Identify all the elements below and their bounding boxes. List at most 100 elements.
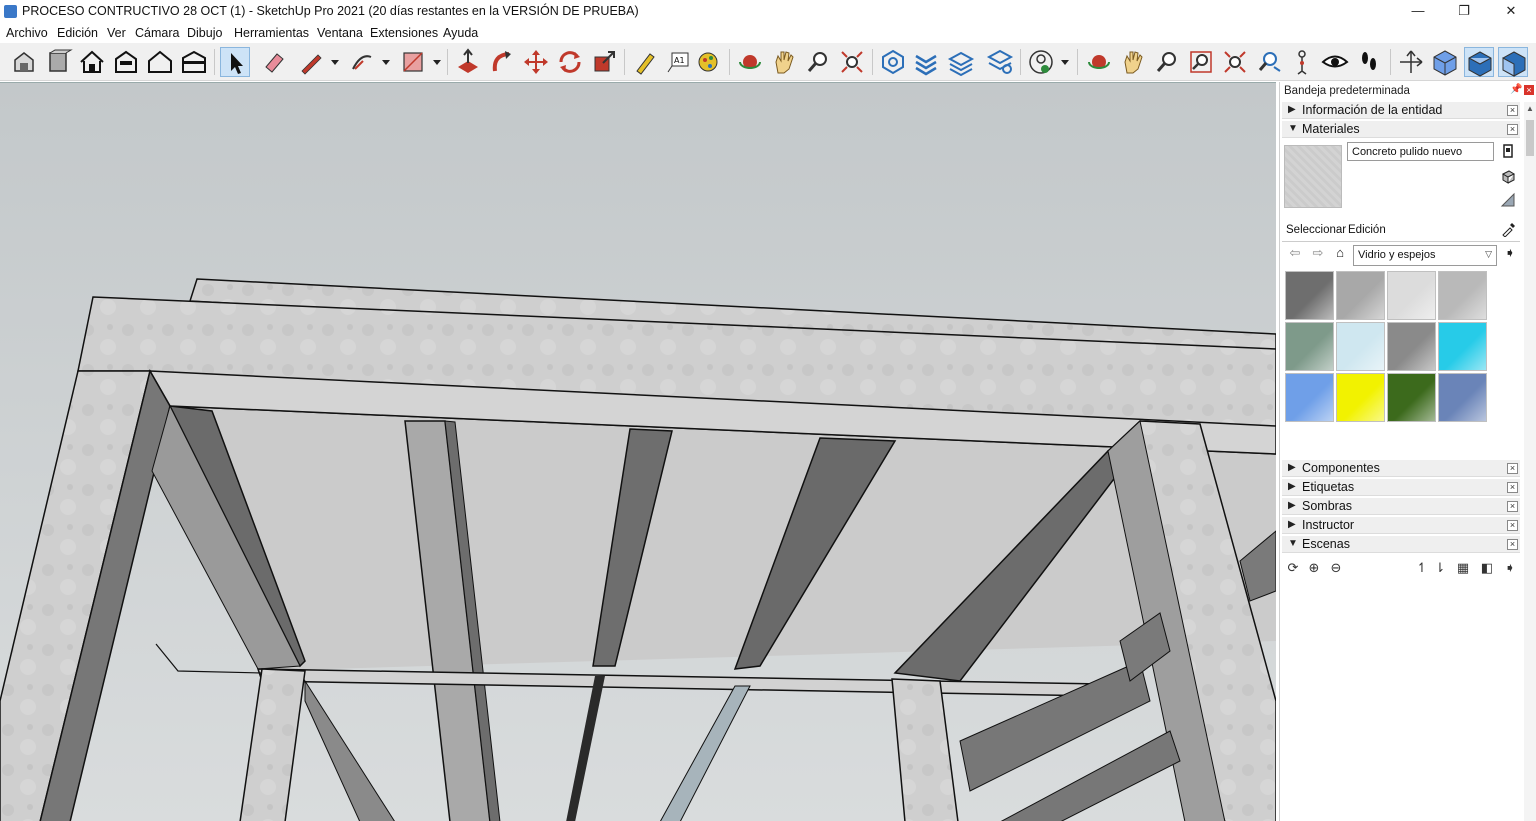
move-scene-up-icon[interactable]: ↿ bbox=[1414, 560, 1430, 576]
tab-edicion[interactable]: Edición bbox=[1348, 224, 1386, 236]
zoom-extents-icon[interactable] bbox=[1220, 47, 1250, 77]
refresh-icon[interactable]: ⟳ bbox=[1285, 560, 1301, 576]
home-icon[interactable]: ⌂ bbox=[1332, 245, 1348, 261]
back-view-icon[interactable] bbox=[179, 47, 209, 77]
panel-tags[interactable]: ▶ Etiquetas × bbox=[1282, 479, 1520, 496]
styles-icon[interactable] bbox=[985, 47, 1015, 77]
look-around-eye-icon[interactable] bbox=[1320, 47, 1350, 77]
material-swatch[interactable] bbox=[1387, 322, 1436, 371]
scene-thumbnail-icon[interactable]: ◧ bbox=[1479, 560, 1495, 576]
menu-herramientas[interactable]: Herramientas bbox=[234, 26, 309, 40]
material-swatch[interactable] bbox=[1285, 271, 1334, 320]
model-info-icon[interactable] bbox=[878, 47, 908, 77]
material-swatch[interactable] bbox=[1438, 271, 1487, 320]
material-name-input[interactable] bbox=[1347, 142, 1494, 161]
iso-view-icon[interactable] bbox=[1430, 47, 1460, 77]
arc-icon[interactable] bbox=[347, 47, 377, 77]
material-swatch[interactable] bbox=[1438, 373, 1487, 422]
zoom-icon[interactable] bbox=[1152, 47, 1182, 77]
orbit-icon[interactable] bbox=[735, 47, 765, 77]
front-view-cube-icon[interactable] bbox=[1498, 47, 1528, 77]
axes-icon[interactable] bbox=[1396, 47, 1426, 77]
details-arrow-icon[interactable]: ➧ bbox=[1502, 245, 1518, 261]
sample-paint-eyedropper-icon[interactable] bbox=[1500, 221, 1516, 238]
account-icon[interactable] bbox=[1026, 47, 1056, 77]
pin-icon[interactable]: 📌 bbox=[1510, 84, 1522, 95]
tape-measure-icon[interactable] bbox=[630, 47, 660, 77]
material-swatch[interactable] bbox=[1387, 373, 1436, 422]
minimize-button[interactable]: — bbox=[1395, 0, 1441, 23]
menu-ventana[interactable]: Ventana bbox=[317, 26, 363, 40]
material-swatch[interactable] bbox=[1336, 322, 1385, 371]
maximize-button[interactable]: ❐ bbox=[1441, 0, 1487, 23]
add-scene-icon[interactable]: ⊕ bbox=[1306, 560, 1322, 576]
menu-camara[interactable]: Cámara bbox=[135, 26, 179, 40]
tray-close-icon[interactable]: × bbox=[1524, 85, 1534, 95]
line-dropdown-chevron-icon[interactable] bbox=[330, 55, 340, 69]
section-plane-icon[interactable] bbox=[911, 47, 941, 77]
line-pencil-icon[interactable] bbox=[296, 47, 326, 77]
scrollbar-thumb[interactable] bbox=[1526, 120, 1534, 156]
panel-close-icon[interactable]: × bbox=[1507, 105, 1518, 116]
arc-dropdown-chevron-icon[interactable] bbox=[381, 55, 391, 69]
warehouse-icon[interactable] bbox=[9, 47, 39, 77]
components-icon[interactable] bbox=[43, 47, 73, 77]
house-outline-icon[interactable] bbox=[145, 47, 175, 77]
tray-scrollbar[interactable]: ▲ bbox=[1524, 102, 1536, 821]
library-select[interactable]: Vidrio y espejos ▽ bbox=[1353, 245, 1497, 266]
follow-me-icon[interactable] bbox=[487, 47, 517, 77]
material-swatch[interactable] bbox=[1285, 322, 1334, 371]
pan-icon[interactable] bbox=[1118, 47, 1148, 77]
pan-icon[interactable] bbox=[769, 47, 799, 77]
text-label-icon[interactable]: A1 bbox=[664, 47, 694, 77]
view-options-icon[interactable]: ▦ bbox=[1455, 560, 1471, 576]
panel-scenes[interactable]: ▼ Escenas × bbox=[1282, 536, 1520, 553]
panel-shadows[interactable]: ▶ Sombras × bbox=[1282, 498, 1520, 515]
walk-footprints-icon[interactable] bbox=[1354, 47, 1384, 77]
position-camera-icon[interactable] bbox=[1287, 47, 1317, 77]
scroll-up-chevron-icon[interactable]: ▲ bbox=[1526, 104, 1534, 113]
rotate-icon[interactable] bbox=[555, 47, 585, 77]
scale-icon[interactable] bbox=[589, 47, 619, 77]
panel-close-icon[interactable]: × bbox=[1507, 501, 1518, 512]
move-icon[interactable] bbox=[521, 47, 551, 77]
material-swatch[interactable] bbox=[1438, 322, 1487, 371]
menu-ver[interactable]: Ver bbox=[107, 26, 126, 40]
paint-bucket-icon[interactable] bbox=[694, 47, 724, 77]
back-arrow-icon[interactable]: ⇦ bbox=[1287, 245, 1303, 261]
home-icon[interactable] bbox=[77, 47, 107, 77]
model-viewport[interactable] bbox=[0, 82, 1276, 821]
orbit-icon[interactable] bbox=[1084, 47, 1114, 77]
material-swatch[interactable] bbox=[1336, 373, 1385, 422]
panel-close-icon[interactable]: × bbox=[1507, 463, 1518, 474]
push-pull-icon[interactable] bbox=[453, 47, 483, 77]
rectangle-icon[interactable] bbox=[398, 47, 428, 77]
zoom-window-icon[interactable] bbox=[1186, 47, 1216, 77]
move-scene-down-icon[interactable]: ⇂ bbox=[1432, 560, 1448, 576]
close-button[interactable]: ✕ bbox=[1488, 0, 1534, 23]
default-material-icon[interactable] bbox=[1500, 192, 1516, 208]
paint-bucket-sample-icon[interactable] bbox=[1500, 168, 1516, 184]
select-tool-icon[interactable] bbox=[220, 47, 250, 77]
panel-close-icon[interactable]: × bbox=[1507, 482, 1518, 493]
panel-components[interactable]: ▶ Componentes × bbox=[1282, 460, 1520, 477]
menu-edicion[interactable]: Edición bbox=[57, 26, 98, 40]
layers-icon[interactable] bbox=[946, 47, 976, 77]
menu-archivo[interactable]: Archivo bbox=[6, 26, 48, 40]
front-view-icon[interactable] bbox=[111, 47, 141, 77]
panel-close-icon[interactable]: × bbox=[1507, 520, 1518, 531]
material-swatch[interactable] bbox=[1387, 271, 1436, 320]
create-material-icon[interactable] bbox=[1500, 143, 1516, 159]
panel-entity-info[interactable]: ▶ Información de la entidad × bbox=[1282, 102, 1520, 119]
top-view-icon[interactable] bbox=[1464, 47, 1494, 77]
menu-extensiones[interactable]: Extensiones bbox=[370, 26, 438, 40]
previous-view-icon[interactable] bbox=[1254, 47, 1284, 77]
account-dropdown-chevron-icon[interactable] bbox=[1060, 55, 1070, 69]
menu-ayuda[interactable]: Ayuda bbox=[443, 26, 478, 40]
remove-scene-icon[interactable]: ⊖ bbox=[1328, 560, 1344, 576]
panel-materials[interactable]: ▼ Materiales × bbox=[1282, 121, 1520, 138]
eraser-icon[interactable] bbox=[259, 47, 289, 77]
panel-close-icon[interactable]: × bbox=[1507, 539, 1518, 550]
zoom-extents-icon[interactable] bbox=[837, 47, 867, 77]
menu-dibujo[interactable]: Dibujo bbox=[187, 26, 222, 40]
